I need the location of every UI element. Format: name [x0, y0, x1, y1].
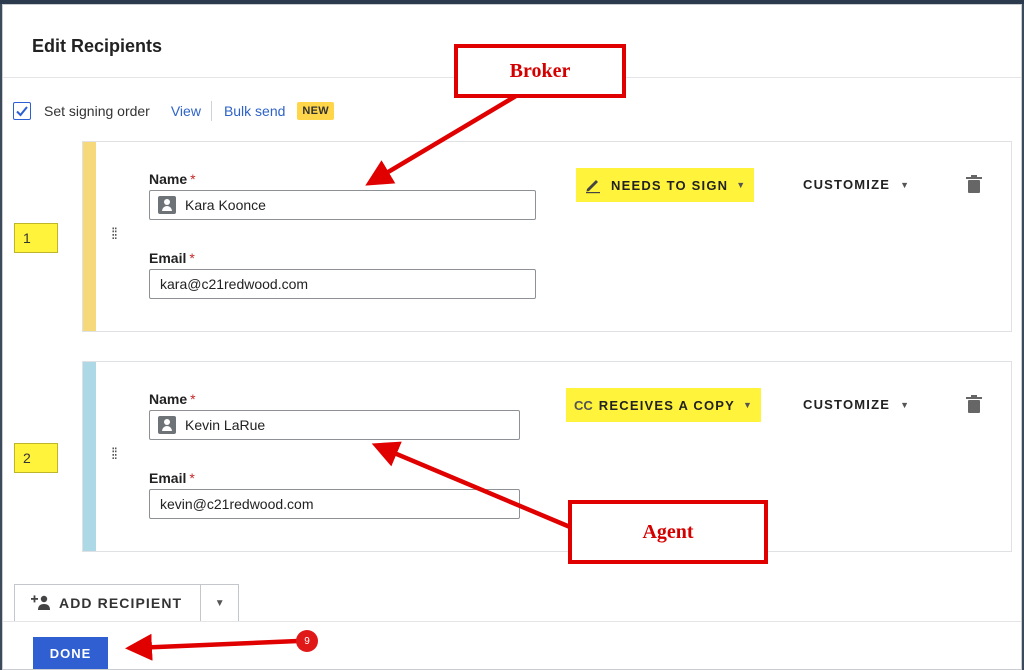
add-recipient-button[interactable]: ADD RECIPIENT [14, 584, 202, 622]
add-recipient-group: ADD RECIPIENT ▼ [14, 584, 240, 622]
step-number-badge: 9 [296, 630, 318, 652]
email-label: Email * [149, 470, 195, 486]
done-button[interactable]: DONE [33, 637, 108, 669]
recipient-card-2: ⁞⁞ Name * Kevin LaRue Email * kevin@c21red… [82, 361, 1012, 552]
contact-card-icon[interactable] [158, 416, 176, 434]
new-badge: NEW [297, 102, 334, 120]
role-dropdown[interactable]: CC RECEIVES A COPY ▼ [566, 388, 762, 422]
bulk-send-link[interactable]: Bulk send [224, 103, 285, 119]
email-input[interactable]: kara@c21redwood.com [149, 269, 536, 299]
customize-dropdown[interactable]: CUSTOMIZE ▼ [803, 177, 910, 192]
signing-order-row: Set signing order View Bulk send NEW [13, 99, 334, 123]
chevron-down-icon: ▼ [214, 597, 225, 609]
trash-icon[interactable] [966, 175, 982, 193]
drag-handle-icon[interactable]: ⁞⁞ [111, 447, 118, 463]
signing-order-checkbox[interactable] [13, 102, 31, 120]
name-input[interactable]: Kevin LaRue [149, 410, 520, 440]
dialog-title: Edit Recipients [32, 36, 163, 56]
routing-order-input-2[interactable]: 2 [14, 443, 58, 473]
add-person-icon [31, 595, 50, 610]
recipient-color-stripe [83, 362, 96, 551]
recipient-card-1: ⁞⁞ Name * Kara Koonce Email * kara@c21redw… [82, 141, 1012, 332]
recipient-color-stripe [83, 142, 96, 331]
divider [210, 101, 212, 121]
email-input[interactable]: kevin@c21redwood.com [149, 489, 520, 519]
contact-card-icon[interactable] [158, 196, 176, 214]
name-label: Name * [149, 391, 196, 407]
email-label: Email * [149, 250, 195, 266]
role-dropdown[interactable]: NEEDS TO SIGN ▼ [576, 168, 755, 202]
chevron-down-icon: ▼ [900, 179, 911, 190]
divider [3, 621, 1021, 622]
chevron-down-icon: ▼ [900, 399, 911, 410]
trash-icon[interactable] [966, 395, 982, 413]
name-label: Name * [149, 171, 196, 187]
add-recipient-menu-button[interactable]: ▼ [201, 584, 240, 622]
chevron-down-icon: ▼ [736, 180, 747, 190]
cc-icon: CC [574, 397, 593, 413]
pen-icon [586, 180, 600, 194]
edit-recipients-dialog: Edit Recipients Set signing order View B… [2, 4, 1022, 670]
signing-order-label: Set signing order [44, 103, 150, 119]
view-link[interactable]: View [171, 103, 201, 119]
routing-order-input-1[interactable]: 1 [14, 223, 58, 253]
agent-annotation: Agent [568, 500, 768, 564]
broker-annotation: Broker [454, 44, 626, 98]
chevron-down-icon: ▼ [743, 400, 754, 410]
customize-dropdown[interactable]: CUSTOMIZE ▼ [803, 397, 910, 412]
name-input[interactable]: Kara Koonce [149, 190, 536, 220]
drag-handle-icon[interactable]: ⁞⁞ [111, 227, 118, 243]
checkmark-icon [16, 106, 28, 117]
